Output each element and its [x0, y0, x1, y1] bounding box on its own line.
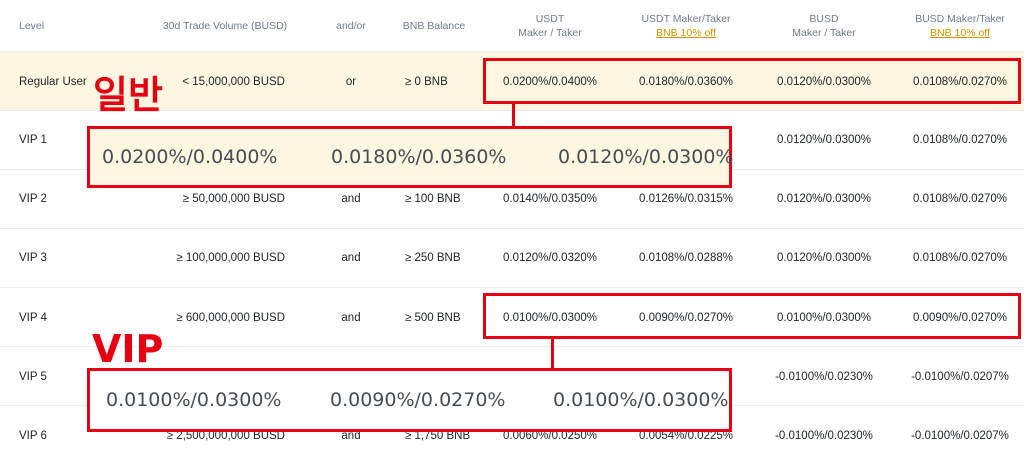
- row-busd-fee: 0.0120%/0.0300%: [777, 193, 871, 205]
- row-level: VIP 5: [19, 371, 47, 383]
- row-level: Regular User: [19, 76, 87, 88]
- bnb-discount-link[interactable]: BNB 10% off: [915, 26, 1005, 40]
- header-bnb-balance: BNB Balance: [402, 20, 466, 32]
- row-volume: ≥ 100,000,000 BUSD: [176, 252, 285, 264]
- row-level: VIP 1: [19, 134, 47, 146]
- header-usdt-discount: USDT Maker/Taker BNB 10% off: [641, 13, 731, 40]
- header-busd: BUSD Maker / Taker: [792, 13, 856, 39]
- vip-highlight-box: [483, 293, 1021, 339]
- row-volume: ≥ 50,000,000 BUSD: [182, 193, 285, 205]
- zoom-usdt-fee: 0.0200%/0.0400%: [102, 146, 278, 168]
- header-volume: 30d Trade Volume (BUSD): [162, 20, 288, 32]
- vip-connector-line: [551, 339, 554, 369]
- row-busd-discount-fee: 0.0108%/0.0270%: [913, 193, 1007, 205]
- header-busd-discount: BUSD Maker/Taker BNB 10% off: [915, 13, 1005, 40]
- row-busd-discount-fee: 0.0108%/0.0270%: [913, 134, 1007, 146]
- row-level: VIP 6: [19, 430, 47, 442]
- zoom-busd-fee: 0.0120%/0.0300%: [558, 146, 734, 168]
- row-volume: < 15,000,000 BUSD: [182, 76, 285, 88]
- row-andor: or: [345, 76, 357, 88]
- bnb-discount-link[interactable]: BNB 10% off: [641, 26, 730, 40]
- table-header: Level 30d Trade Volume (BUSD) and/or BNB…: [0, 0, 1024, 52]
- row-busd-fee: 0.0120%/0.0300%: [777, 252, 871, 264]
- zoom-usdt-discount-fee: 0.0090%/0.0270%: [330, 389, 506, 411]
- header-level: Level: [19, 20, 45, 32]
- row-bnb: ≥ 250 BNB: [405, 252, 461, 264]
- zoom-usdt-fee: 0.0100%/0.0300%: [106, 389, 282, 411]
- row-bnb: ≥ 100 BNB: [405, 193, 461, 205]
- row-usdt-discount-fee: 0.0108%/0.0288%: [639, 252, 733, 264]
- row-busd-fee: -0.0100%/0.0230%: [775, 371, 873, 383]
- row-busd-discount-fee: -0.0100%/0.0207%: [911, 371, 1009, 383]
- vip-label: VIP: [92, 327, 164, 371]
- row-andor: and: [341, 312, 361, 324]
- regular-connector-line: [512, 104, 515, 126]
- row-bnb: ≥ 500 BNB: [405, 312, 461, 324]
- row-level: VIP 4: [19, 312, 47, 324]
- regular-label: 일반: [93, 73, 163, 117]
- zoom-busd-fee: 0.0100%/0.0300%: [553, 389, 729, 411]
- row-usdt-fee: 0.0140%/0.0350%: [503, 193, 597, 205]
- row-busd-discount-fee: 0.0108%/0.0270%: [913, 252, 1007, 264]
- row-bnb: ≥ 0 BNB: [405, 76, 448, 88]
- row-usdt-discount-fee: 0.0126%/0.0315%: [639, 193, 733, 205]
- row-volume: ≥ 600,000,000 BUSD: [176, 312, 285, 324]
- vip-zoom-box: 0.0100%/0.0300% 0.0090%/0.0270% 0.0100%/…: [87, 368, 732, 432]
- row-busd-discount-fee: -0.0100%/0.0207%: [911, 430, 1009, 442]
- table-row-vip3: VIP 3 ≥ 100,000,000 BUSD and ≥ 250 BNB 0…: [0, 229, 1024, 288]
- zoom-usdt-discount-fee: 0.0180%/0.0360%: [331, 146, 507, 168]
- header-andor: and/or: [336, 20, 366, 32]
- row-andor: and: [341, 193, 361, 205]
- regular-highlight-box: [483, 58, 1021, 104]
- row-level: VIP 2: [19, 193, 47, 205]
- row-level: VIP 3: [19, 252, 47, 264]
- row-busd-fee: -0.0100%/0.0230%: [775, 430, 873, 442]
- row-usdt-fee: 0.0120%/0.0320%: [503, 252, 597, 264]
- row-busd-fee: 0.0120%/0.0300%: [777, 134, 871, 146]
- regular-zoom-box: 0.0200%/0.0400% 0.0180%/0.0360% 0.0120%/…: [87, 126, 734, 188]
- row-andor: and: [341, 252, 361, 264]
- header-usdt: USDT Maker / Taker: [518, 13, 582, 39]
